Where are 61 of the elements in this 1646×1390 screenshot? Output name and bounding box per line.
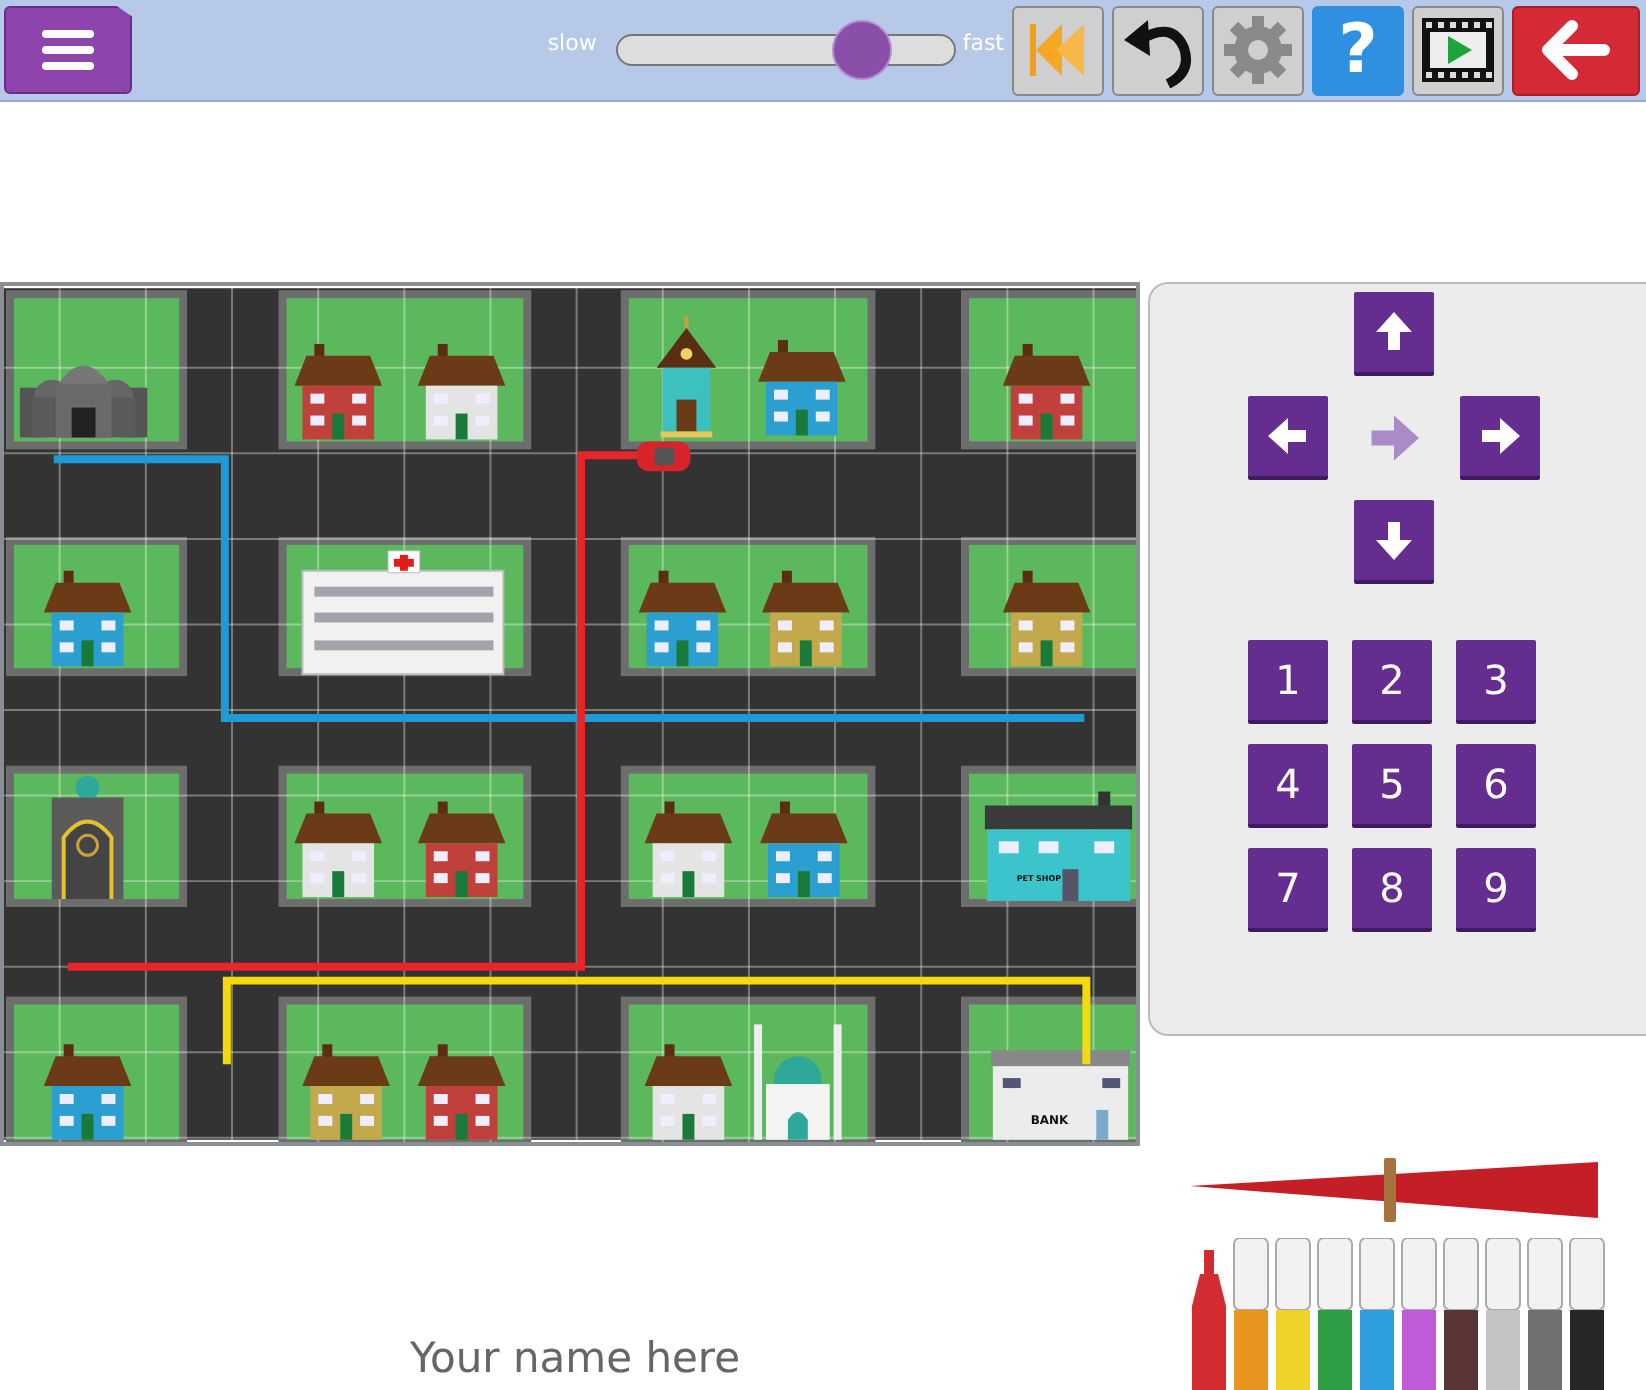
- house-drawing: [758, 339, 846, 436]
- marker-pen[interactable]: [1358, 1238, 1396, 1390]
- house-drawing: [417, 343, 506, 440]
- bank-drawing: [990, 1050, 1131, 1140]
- down-arrow-button[interactable]: [1354, 500, 1435, 584]
- house-drawing: [760, 801, 848, 898]
- house-drawing: [417, 1044, 506, 1140]
- film-play-icon: [1420, 16, 1496, 84]
- house-drawing: [1002, 570, 1091, 667]
- church-drawing: [656, 316, 717, 438]
- speed-slider[interactable]: [616, 20, 957, 80]
- back-button[interactable]: [1512, 5, 1640, 95]
- car-icon: [636, 441, 691, 472]
- house-drawing: [638, 570, 727, 667]
- number-key[interactable]: 4: [1248, 744, 1329, 828]
- up-arrow-button[interactable]: [1354, 292, 1435, 376]
- number-key[interactable]: 1: [1248, 640, 1329, 724]
- speed-slider-thumb[interactable]: [831, 20, 892, 80]
- rewind-icon: [1028, 20, 1088, 80]
- marker-pen[interactable]: [1484, 1238, 1522, 1390]
- settings-icon: [1220, 12, 1296, 88]
- house-drawing: [644, 801, 733, 898]
- number-key[interactable]: 2: [1352, 640, 1433, 724]
- back-arrow-icon: [1540, 20, 1612, 80]
- number-key[interactable]: 6: [1456, 744, 1537, 828]
- undo-button[interactable]: [1112, 5, 1204, 95]
- number-key[interactable]: 7: [1248, 848, 1329, 932]
- number-key[interactable]: 5: [1352, 744, 1433, 828]
- house-drawing: [302, 1044, 390, 1140]
- synagogue-drawing: [51, 775, 124, 901]
- menu-button[interactable]: [4, 6, 132, 94]
- right-arrow-button[interactable]: [1460, 396, 1541, 480]
- slow-label: slow: [547, 29, 597, 55]
- number-key[interactable]: 3: [1456, 640, 1537, 724]
- marker-pen[interactable]: [1232, 1238, 1270, 1390]
- house-drawing: [1002, 343, 1091, 440]
- marker-pen[interactable]: [1190, 1250, 1228, 1390]
- arrow-right-icon: [1476, 412, 1525, 460]
- house-drawing: [294, 343, 383, 440]
- house-drawing: [762, 570, 850, 667]
- marker-pen[interactable]: [1316, 1238, 1354, 1390]
- name-field[interactable]: Your name here: [325, 1330, 825, 1386]
- marker-pen[interactable]: [1526, 1238, 1564, 1390]
- marker-pen[interactable]: [1442, 1238, 1480, 1390]
- marker-pen[interactable]: [1274, 1238, 1312, 1390]
- left-arrow-button[interactable]: [1248, 396, 1329, 480]
- mosque-drawing: [754, 1024, 842, 1140]
- number-key[interactable]: 9: [1456, 848, 1537, 932]
- fast-label: fast: [962, 29, 1004, 55]
- marker-pen[interactable]: [1568, 1238, 1606, 1390]
- pen-size-thumb[interactable]: [1383, 1158, 1396, 1222]
- menu-icon: [42, 28, 94, 72]
- number-key[interactable]: 8: [1352, 848, 1433, 932]
- house-drawing: [43, 1044, 132, 1140]
- house-drawing: [294, 801, 383, 898]
- video-button[interactable]: [1412, 5, 1504, 95]
- marker-pen[interactable]: [1400, 1238, 1438, 1390]
- house-drawing: [43, 570, 132, 667]
- house-drawing: [417, 801, 506, 898]
- temple-drawing: [19, 365, 148, 438]
- house-drawing: [644, 1044, 733, 1140]
